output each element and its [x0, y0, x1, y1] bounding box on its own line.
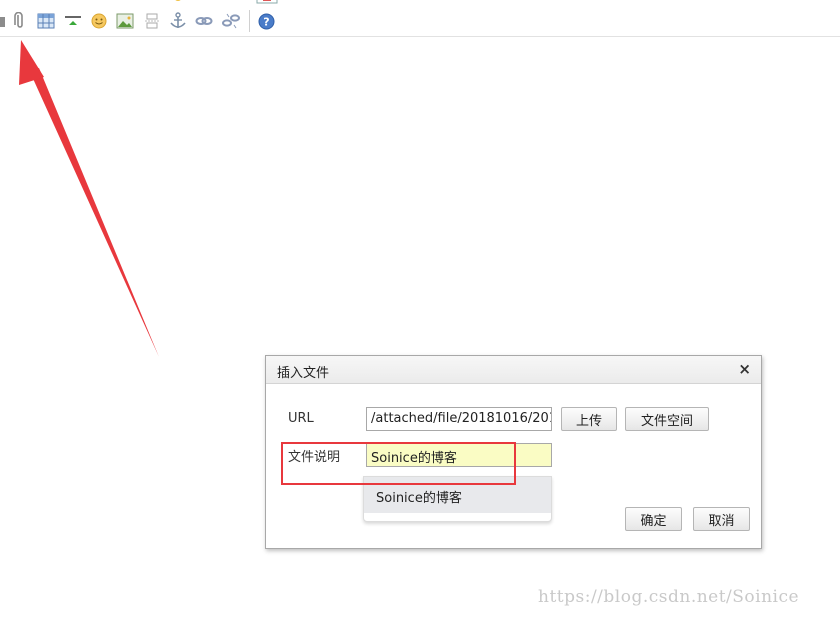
toolbar-top-icon[interactable] [196, 0, 212, 4]
anchor-icon[interactable] [169, 12, 187, 30]
watermark: https://blog.csdn.net/Soinice [538, 587, 800, 607]
close-icon[interactable]: × [738, 361, 751, 377]
editor-toolbar: ? [0, 0, 840, 37]
toolbar-top-icon[interactable] [40, 0, 56, 4]
autocomplete-suggestion[interactable]: Soinice的博客 [364, 477, 551, 513]
file-space-button[interactable]: 文件空间 [625, 407, 709, 431]
autocomplete-dropdown: Soinice的博客 [363, 476, 552, 522]
dialog-title: 插入文件 [277, 366, 330, 381]
image-icon[interactable] [116, 12, 134, 30]
toolbar-top-icon[interactable] [2, 0, 18, 4]
table-icon[interactable] [37, 12, 55, 30]
horizontal-rule-icon[interactable] [64, 12, 82, 30]
toolbar-top-icon[interactable] [256, 0, 278, 4]
cancel-button[interactable]: 取消 [693, 507, 750, 531]
toolbar-separator [249, 10, 250, 32]
svg-text:?: ? [263, 15, 269, 28]
ok-button[interactable]: 确定 [625, 507, 682, 531]
file-description-label: 文件说明 [288, 450, 341, 465]
file-icon[interactable] [0, 13, 6, 31]
paperclip-icon[interactable] [11, 12, 29, 30]
url-label: URL [288, 411, 314, 426]
toolbar-top-icon[interactable] [92, 0, 108, 4]
url-input[interactable]: /attached/file/20181016/2018 [366, 407, 552, 431]
link-icon[interactable] [195, 12, 213, 30]
page-break-icon[interactable] [143, 12, 161, 30]
dialog-header: 插入文件 × [266, 356, 761, 384]
toolbar-top-icon[interactable] [170, 0, 186, 4]
toolbar-top-icon[interactable] [66, 0, 82, 4]
upload-button[interactable]: 上传 [561, 407, 617, 431]
toolbar-top-icon[interactable] [224, 0, 240, 4]
file-description-input[interactable]: Soinice的博客 [366, 443, 552, 467]
emoticon-icon[interactable] [90, 12, 108, 30]
help-icon[interactable]: ? [257, 12, 275, 30]
toolbar-top-icon[interactable] [126, 0, 142, 4]
unlink-icon[interactable] [222, 12, 240, 30]
